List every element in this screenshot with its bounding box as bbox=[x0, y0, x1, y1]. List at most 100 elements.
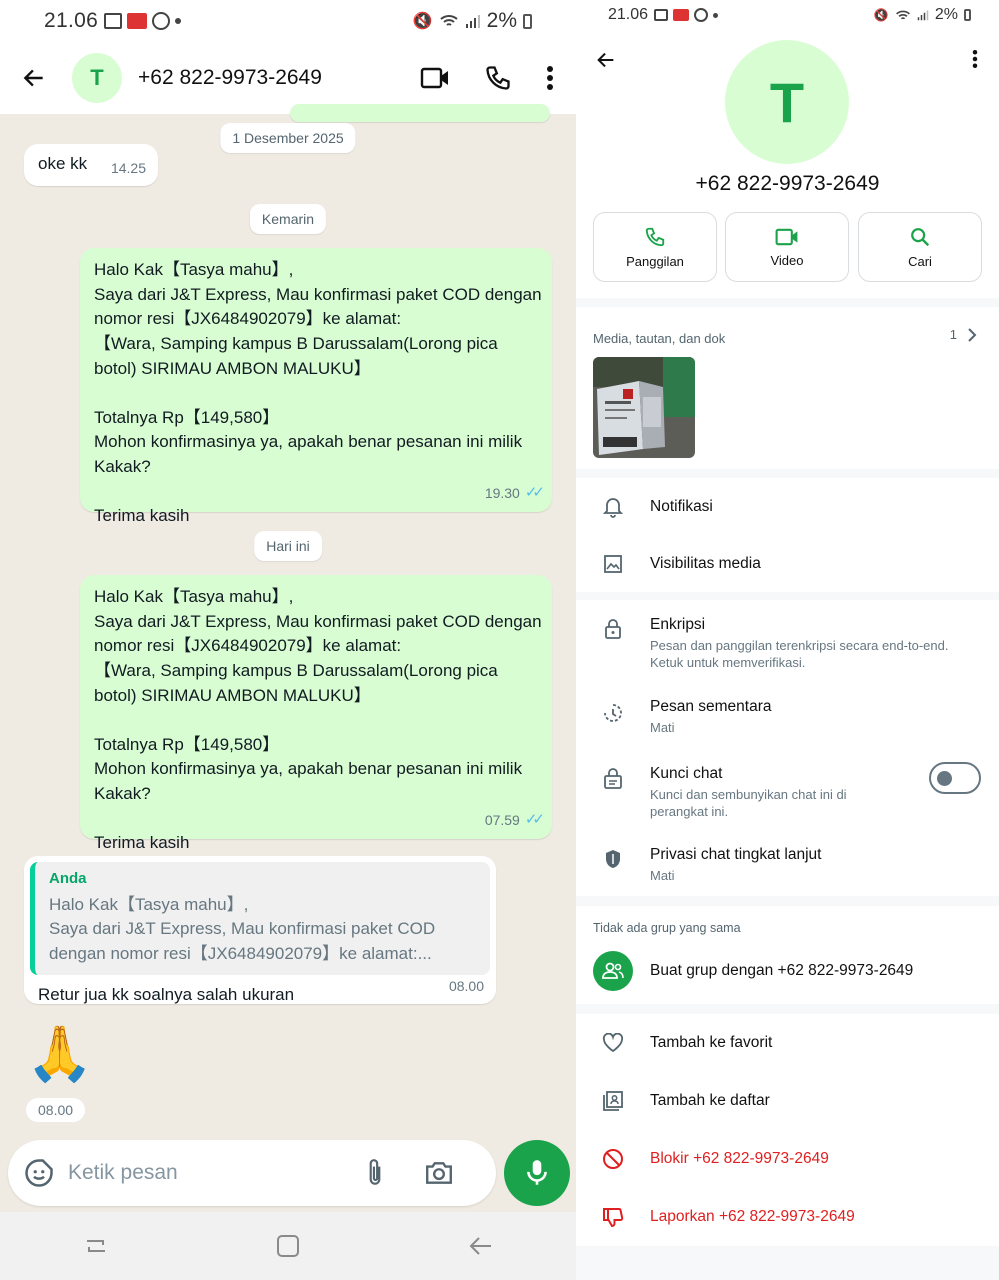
block-contact-label: Blokir +62 822-9973-2649 bbox=[650, 1150, 829, 1167]
wifi-icon bbox=[895, 10, 910, 19]
video-call-button[interactable] bbox=[420, 66, 450, 90]
encryption-row[interactable]: Enkripsi Pesan dan panggilan terenkripsi… bbox=[576, 600, 999, 684]
block-contact-row[interactable]: Blokir +62 822-9973-2649 bbox=[576, 1130, 999, 1188]
action-label: Panggilan bbox=[626, 253, 684, 269]
notifications-row[interactable]: Notifikasi bbox=[576, 478, 999, 535]
message-meta: 07.59 ✓✓ bbox=[485, 809, 545, 831]
create-group-row[interactable]: Buat grup dengan +62 822-9973-2649 bbox=[576, 948, 999, 998]
lock-icon bbox=[600, 616, 626, 642]
message-time: 14.25 bbox=[110, 159, 146, 176]
status-time: 21.06 bbox=[608, 6, 649, 23]
more-notifications-icon bbox=[713, 12, 719, 18]
list-add-icon bbox=[600, 1088, 626, 1114]
chat-lock-row[interactable]: Kunci chat Kunci dan sembunyikan chat in… bbox=[576, 758, 999, 828]
voice-message-button[interactable] bbox=[504, 1140, 570, 1206]
battery-icon bbox=[964, 9, 971, 21]
contact-avatar[interactable]: T bbox=[72, 53, 122, 103]
chat-lock-toggle[interactable] bbox=[929, 762, 981, 794]
media-visibility-row[interactable]: Visibilitas media bbox=[576, 535, 999, 592]
media-section: Media, tautan, dan dok 1 bbox=[576, 307, 999, 469]
system-nav-bar bbox=[0, 1212, 576, 1280]
report-contact-row[interactable]: Laporkan +62 822-9973-2649 bbox=[576, 1188, 999, 1246]
advanced-privacy-title: Privasi chat tingkat lanjut bbox=[650, 846, 822, 863]
notifications-label: Notifikasi bbox=[650, 498, 713, 515]
jnt-notification-icon bbox=[127, 13, 148, 29]
add-to-favorites-label: Tambah ke favorit bbox=[650, 1034, 773, 1051]
disappearing-messages-row[interactable]: Pesan sementara Mati bbox=[576, 688, 999, 750]
sticker-button[interactable] bbox=[24, 1158, 54, 1188]
search-icon bbox=[911, 227, 930, 246]
quote-author: Anda bbox=[49, 870, 87, 887]
more-options-button[interactable] bbox=[965, 44, 985, 74]
message-meta: 08.00 bbox=[449, 976, 484, 996]
call-action-button[interactable]: Panggilan bbox=[593, 212, 717, 282]
battery-percent: 2% bbox=[486, 9, 517, 32]
add-to-list-row[interactable]: Tambah ke daftar bbox=[576, 1072, 999, 1130]
emoji-message[interactable]: 🙏 bbox=[26, 1022, 93, 1092]
create-group-label: Buat grup dengan +62 822-9973-2649 bbox=[650, 962, 914, 979]
advanced-privacy-row[interactable]: Privasi chat tingkat lanjut Mati bbox=[576, 840, 999, 896]
common-groups-title: Tidak ada grup yang sama bbox=[593, 921, 741, 935]
back-button[interactable] bbox=[14, 58, 54, 98]
contact-actions-section: Tambah ke favorit Tambah ke daftar Bloki… bbox=[576, 1014, 999, 1246]
arrow-left-icon bbox=[23, 69, 43, 87]
status-bar: 21.06 🔇 2% bbox=[576, 0, 999, 30]
message-list[interactable]: 1 Desember 2025 oke kk 14.25 Kemarin Hal… bbox=[0, 104, 576, 1140]
previous-message-bubble[interactable] bbox=[290, 104, 550, 122]
message-time: 08.00 bbox=[448, 977, 484, 994]
recents-icon bbox=[87, 1240, 105, 1252]
message-time: 19.30 bbox=[484, 484, 520, 501]
notifications-section: Notifikasi Visibilitas media bbox=[576, 478, 999, 592]
message-bubble-outgoing[interactable]: Halo Kak【Tasya mahu】, Saya dari J&T Expr… bbox=[80, 248, 552, 525]
message-bubble-incoming-reply[interactable]: Anda Halo Kak【Tasya mahu】, Saya dari J&T… bbox=[24, 856, 496, 1004]
microphone-icon bbox=[527, 1160, 547, 1185]
advanced-privacy-status: Mati bbox=[650, 868, 675, 883]
add-to-favorites-row[interactable]: Tambah ke favorit bbox=[576, 1014, 999, 1072]
privacy-section: Enkripsi Pesan dan panggilan terenkripsi… bbox=[576, 600, 999, 896]
media-section-title: Media, tautan, dan dok bbox=[593, 331, 726, 346]
home-button[interactable] bbox=[275, 1233, 301, 1259]
chat-lock-subtitle: Kunci dan sembunyikan chat ini di perang… bbox=[650, 787, 847, 819]
heart-icon bbox=[600, 1030, 626, 1056]
action-label: Video bbox=[770, 252, 804, 268]
message-bubble-outgoing[interactable]: Halo Kak【Tasya mahu】, Saya dari J&T Expr… bbox=[80, 575, 552, 852]
encryption-title: Enkripsi bbox=[650, 616, 706, 633]
paperclip-icon bbox=[369, 1159, 381, 1185]
profile-avatar[interactable]: T bbox=[725, 40, 849, 164]
system-back-button[interactable] bbox=[467, 1233, 493, 1259]
chat-panel: 21.06 🔇 2% T +62 822-9973-2649 1 Desembe… bbox=[0, 0, 576, 1280]
quote-text: Halo Kak【Tasya mahu】, Saya dari J&T Expr… bbox=[49, 894, 436, 964]
signal-icon bbox=[465, 15, 480, 28]
date-divider: 1 Desember 2025 bbox=[220, 123, 356, 153]
message-bubble-incoming[interactable]: oke kk 14.25 bbox=[24, 144, 158, 186]
add-to-list-label: Tambah ke daftar bbox=[650, 1092, 770, 1109]
media-thumbnail[interactable] bbox=[593, 357, 695, 458]
report-contact-label: Laporkan +62 822-9973-2649 bbox=[650, 1208, 855, 1225]
quoted-message[interactable]: Anda Halo Kak【Tasya mahu】, Saya dari J&T… bbox=[30, 862, 490, 975]
more-options-button[interactable] bbox=[546, 65, 554, 91]
voice-call-button[interactable] bbox=[484, 64, 512, 92]
mute-icon: 🔇 bbox=[412, 13, 433, 30]
read-receipt-icon: ✓✓ bbox=[524, 811, 545, 829]
camera-button[interactable] bbox=[424, 1160, 454, 1186]
back-button[interactable] bbox=[588, 42, 624, 78]
message-text: Retur jua kk soalnya salah ukuran bbox=[38, 984, 295, 1004]
timer-icon bbox=[600, 700, 626, 726]
media-view-all-button[interactable]: 1 bbox=[950, 327, 977, 342]
bell-icon bbox=[600, 494, 626, 520]
more-notifications-icon bbox=[175, 18, 182, 24]
whatsapp-notification-icon bbox=[694, 8, 709, 22]
emoji-message-time: 08.00 bbox=[26, 1098, 86, 1122]
contact-title[interactable]: +62 822-9973-2649 bbox=[138, 66, 322, 90]
gallery-notification-icon bbox=[654, 9, 669, 21]
chat-lock-title: Kunci chat bbox=[650, 765, 723, 782]
attach-button[interactable] bbox=[364, 1158, 386, 1188]
message-input[interactable] bbox=[68, 1161, 348, 1185]
recents-button[interactable] bbox=[83, 1233, 109, 1259]
video-action-button[interactable]: Video bbox=[725, 212, 849, 282]
contact-name: +62 822-9973-2649 bbox=[695, 172, 880, 195]
arrow-left-icon bbox=[597, 52, 614, 68]
image-icon bbox=[600, 551, 626, 577]
search-action-button[interactable]: Cari bbox=[858, 212, 982, 282]
disappearing-messages-status: Mati bbox=[650, 720, 675, 735]
